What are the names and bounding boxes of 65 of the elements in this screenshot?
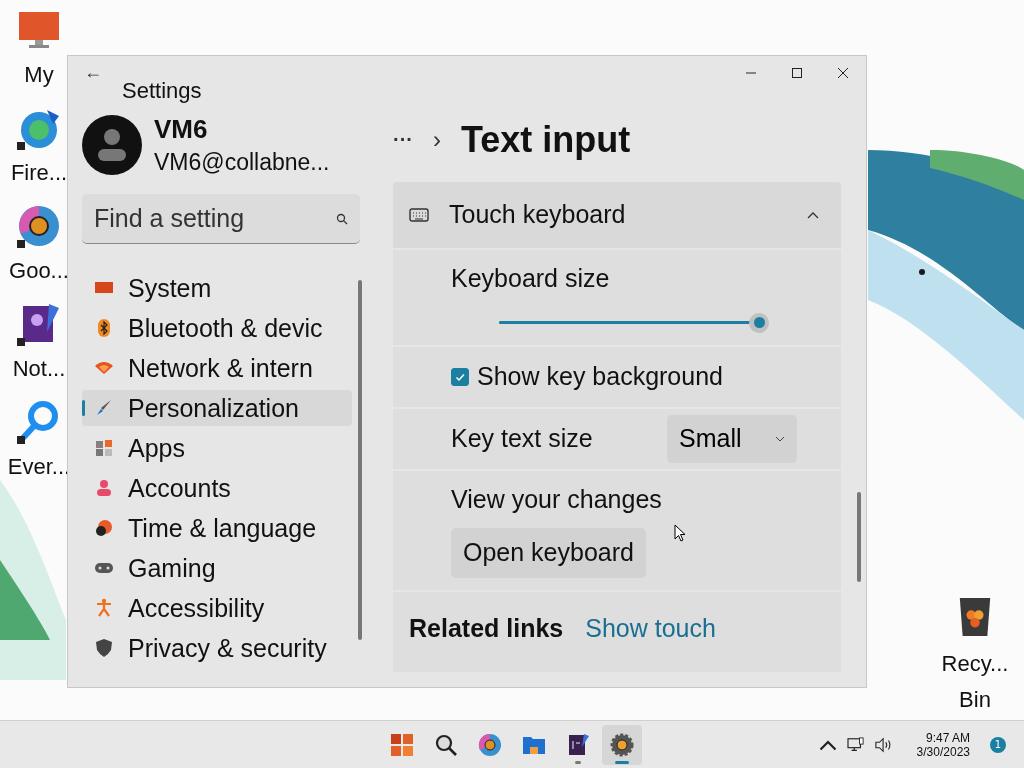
nav-item[interactable]: Personalization <box>82 390 352 426</box>
time-icon <box>94 518 114 538</box>
mouse-cursor-icon <box>674 523 686 542</box>
desktop-icon-label[interactable]: Fire... <box>10 160 68 186</box>
nav-item[interactable]: Accounts <box>82 470 352 506</box>
clock-date[interactable]: 3/30/2023 <box>916 744 970 759</box>
maximize-icon <box>791 67 803 79</box>
window-title: Settings <box>122 78 202 104</box>
nav-item[interactable]: Privacy & security <box>82 630 352 666</box>
accessibility-icon <box>94 598 114 618</box>
nav-item[interactable]: System <box>82 270 352 306</box>
volume-icon[interactable] <box>874 736 893 753</box>
keyboard-icon <box>409 207 429 222</box>
privacy-icon <box>94 638 114 658</box>
key-text-size-dropdown[interactable]: Small <box>667 414 797 463</box>
desktop-icon-label[interactable]: Not... <box>12 356 66 382</box>
section-title: Touch keyboard <box>449 200 627 230</box>
desktop-icon-label[interactable]: Ever... <box>7 454 71 480</box>
clock-time[interactable]: 9:47 AM <box>925 730 970 745</box>
brush-icon <box>94 398 114 418</box>
selection-indicator <box>82 400 85 416</box>
notification-badge[interactable]: 1 <box>990 736 1006 753</box>
checkbox-label: Show key background <box>477 362 723 392</box>
notepad-icon[interactable] <box>17 302 61 346</box>
touch-keyboard-header[interactable]: Touch keyboard <box>393 181 841 248</box>
checkbox[interactable] <box>451 367 469 386</box>
apps-icon <box>94 438 114 458</box>
nav-item[interactable]: Bluetooth & devic <box>82 310 352 346</box>
accounts-icon <box>94 478 114 498</box>
windows-logo-icon <box>390 732 414 757</box>
search-icon <box>434 732 458 757</box>
desktop-icon-label[interactable]: Recy... Bin <box>941 646 1009 718</box>
gear-icon <box>610 732 634 757</box>
desktop-icon-label[interactable]: Goo... <box>9 258 69 284</box>
nav-item[interactable]: Apps <box>82 430 352 466</box>
nav-item[interactable]: Network & intern <box>82 350 352 386</box>
profile-email: VM6@collabne... <box>154 149 330 176</box>
nav-item[interactable]: Time & language <box>82 510 352 546</box>
notepad-icon <box>566 732 590 757</box>
related-links-heading: Related links <box>409 613 564 643</box>
search-icon[interactable] <box>336 213 348 225</box>
slider-thumb[interactable] <box>749 312 769 333</box>
nav-item[interactable]: Gaming <box>82 550 352 586</box>
close-icon <box>837 67 849 79</box>
search-field[interactable]: Find a setting <box>82 194 360 244</box>
setting-label: Key text size <box>451 424 593 454</box>
nav-item[interactable]: Accessibility <box>82 590 352 626</box>
settings-taskbar-button[interactable] <box>602 724 642 765</box>
back-button[interactable]: ← <box>82 62 104 83</box>
setting-label: View your changes <box>451 484 662 514</box>
related-link[interactable]: Show touch <box>585 613 716 643</box>
search-app-icon[interactable] <box>17 400 61 444</box>
desktop-icon-label[interactable]: My <box>24 62 54 88</box>
open-keyboard-button[interactable]: Open keyboard <box>451 527 646 578</box>
browser-icon <box>478 732 502 757</box>
setting-label: Keyboard size <box>451 263 610 293</box>
breadcrumb-more-button[interactable]: ··· <box>393 128 413 152</box>
browser-icon[interactable] <box>17 204 61 248</box>
page-title: Text input <box>461 118 631 161</box>
breadcrumb-separator: › <box>433 125 441 154</box>
avatar-icon[interactable] <box>82 115 142 175</box>
collapse-chevron-icon <box>807 210 819 219</box>
network-icon[interactable] <box>846 736 865 753</box>
chevron-down-icon <box>775 435 785 442</box>
profile-name: VM6 <box>154 114 209 145</box>
